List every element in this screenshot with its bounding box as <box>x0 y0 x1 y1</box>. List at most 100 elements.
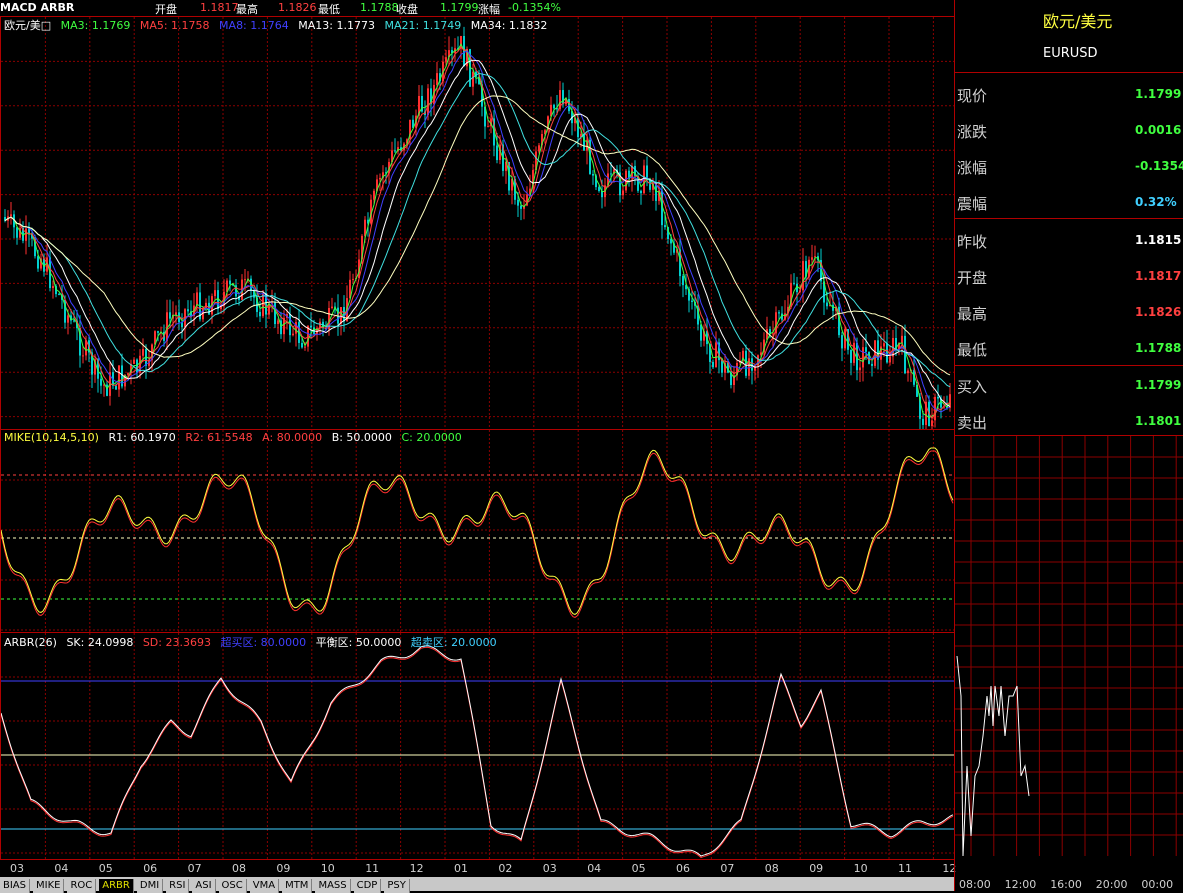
quote-row-value: 0.32% <box>1135 195 1177 209</box>
candle-body <box>169 312 171 319</box>
candle-body <box>304 346 306 348</box>
candle-body <box>691 300 693 302</box>
ma34-line <box>4 95 951 376</box>
arbr-oversold: 超卖区: 20.0000 <box>410 636 497 649</box>
candle-body <box>712 361 714 368</box>
candle-body <box>793 282 795 284</box>
change-label: 涨幅 <box>478 3 500 16</box>
mike-legend: MIKE(10,14,5,10) R1: 60.1970 R2: 61.5548… <box>4 431 468 444</box>
candle-body <box>640 190 642 194</box>
candle-body <box>292 333 294 336</box>
candle-body <box>187 309 189 312</box>
quote-row: 涨跌 0.0016 <box>955 112 1183 148</box>
candle-body <box>352 278 354 280</box>
candle-body <box>721 360 723 373</box>
x-axis-label: 04 <box>54 862 69 875</box>
candle-body <box>196 292 198 306</box>
candle-body <box>118 365 120 390</box>
quote-row-value: 1.1788 <box>1135 341 1182 355</box>
quote-row-value: 1.1826 <box>1135 305 1182 319</box>
quote-row-value: 1.1799 <box>1135 378 1182 392</box>
candle-body <box>517 199 519 206</box>
x-axis-label: 05 <box>98 862 113 875</box>
candle-body <box>10 214 12 217</box>
candle-body <box>67 315 69 323</box>
candle-body <box>427 88 429 115</box>
quote-name: 欧元/美元 <box>1043 12 1113 31</box>
x-axis-label: 08 <box>232 862 246 875</box>
candle-body <box>331 306 333 309</box>
ma21-label: MA21: 1.1749 <box>384 19 462 32</box>
candle-body <box>922 418 924 425</box>
quote-row-value: -0.1354% <box>1135 159 1183 173</box>
x-axis-label: 10 <box>320 862 335 875</box>
low-value: 1.1788 <box>360 1 399 14</box>
quote-row-label: 买入 <box>957 378 988 396</box>
candle-body <box>37 256 39 269</box>
ma8-label: MA8: 1.1764 <box>219 19 289 32</box>
candle-body <box>874 340 876 366</box>
mike-r2: R2: 61.5548 <box>185 431 253 444</box>
candle-body <box>436 73 438 85</box>
quote-row-label: 涨跌 <box>957 123 988 141</box>
quote-row-label: 最高 <box>957 305 988 323</box>
x-axis-label: 11 <box>365 862 380 875</box>
arbr-panel[interactable]: ARBR(26) SK: 24.0998 SD: 23.3693 超买区: 80… <box>0 632 955 860</box>
candle-body <box>907 370 909 374</box>
candle-body <box>802 261 804 291</box>
low-label: 最低 <box>318 3 340 16</box>
intraday-mini-chart <box>955 436 1183 856</box>
mike-r2-line <box>1 450 954 618</box>
x-axis-label: 09 <box>276 862 291 875</box>
open-value: 1.1817 <box>200 1 239 14</box>
candle-body <box>157 331 159 333</box>
candle-body <box>610 173 612 175</box>
arbr-overbought: 超买区: 80.0000 <box>220 636 307 649</box>
quote-row: 最高 1.1826 <box>955 294 1183 330</box>
x-axis-label: 05 <box>631 862 646 875</box>
x-axis-label: 01 <box>454 862 468 875</box>
candle-body <box>115 385 117 390</box>
mike-a: A: 80.0000 <box>262 431 323 444</box>
mike-panel[interactable]: MIKE(10,14,5,10) R1: 60.1970 R2: 61.5548… <box>0 429 955 633</box>
candle-body <box>886 343 888 363</box>
x-axis-label: 09 <box>809 862 824 875</box>
x-axis-label: 02 <box>498 862 513 875</box>
quote-row: 买入 1.1799 <box>955 367 1183 403</box>
arbr-chart <box>1 633 954 859</box>
candle-body <box>310 325 312 328</box>
arbr-balance: 平衡区: 50.0000 <box>315 636 402 649</box>
candle-body <box>811 257 813 260</box>
candle-body <box>52 286 54 289</box>
mike-chart <box>1 430 954 632</box>
candle-body <box>100 378 102 386</box>
candle-body <box>889 356 891 363</box>
arbr-sd-line <box>1 646 954 859</box>
quote-row-label: 最低 <box>957 341 988 359</box>
intraday-x-label: 12:00 <box>1004 878 1037 891</box>
candle-body <box>58 294 60 296</box>
candle-body <box>859 367 861 371</box>
candle-body <box>472 71 474 87</box>
arbr-sd: SD: 23.3693 <box>142 636 211 649</box>
mike-r1-line <box>1 447 954 615</box>
candle-body <box>274 302 276 325</box>
candle-body <box>106 384 108 396</box>
intraday-x-label: 16:00 <box>1050 878 1082 891</box>
candle-body <box>445 57 447 62</box>
high-value: 1.1826 <box>278 1 317 14</box>
x-axis-label: 08 <box>764 862 779 875</box>
price-chart-panel[interactable]: 欧元/美□ MA3: 1.1769 MA5: 1.1758 MA8: 1.176… <box>0 16 955 430</box>
mike-b: B: 50.0000 <box>331 431 392 444</box>
mike-c: C: 20.0000 <box>401 431 462 444</box>
candle-body <box>850 349 852 363</box>
quote-row: 开盘 1.1817 <box>955 258 1183 294</box>
quote-row-label: 昨收 <box>957 233 988 251</box>
intraday-price-line <box>956 655 1030 856</box>
candle-body <box>562 90 564 105</box>
ma13-label: MA13: 1.1773 <box>298 19 375 32</box>
quote-row: 现价 1.1799 <box>955 76 1183 112</box>
candle-body <box>133 359 135 364</box>
candle-body <box>127 373 129 375</box>
x-axis-label: 04 <box>587 862 602 875</box>
